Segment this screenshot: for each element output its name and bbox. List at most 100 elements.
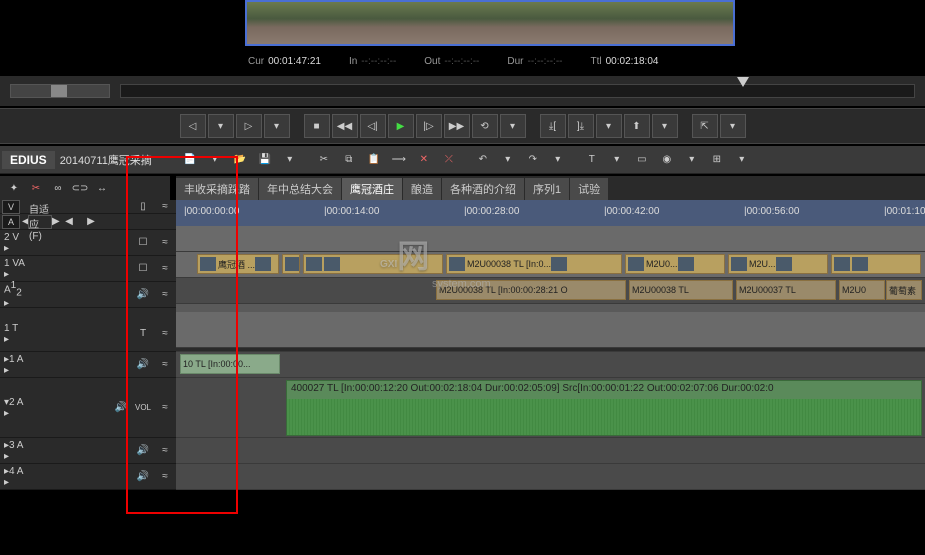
track-mute-icon[interactable]: 🔊 <box>132 445 154 456</box>
track-2v[interactable] <box>176 226 925 252</box>
jump-out-dropdown[interactable]: ▾ <box>596 114 622 138</box>
sequence-tab[interactable]: 各种酒的介绍 <box>442 178 524 200</box>
next-edit-icon[interactable]: ▶ <box>80 216 102 227</box>
track-wave-icon[interactable]: ≈ <box>154 471 176 482</box>
track-1a[interactable]: 10 TL [In:00:00... <box>176 352 925 378</box>
sequence-tab[interactable]: 鹰冠酒庄 <box>342 178 402 200</box>
loop-dropdown[interactable]: ▾ <box>500 114 526 138</box>
export-dropdown[interactable]: ▾ <box>720 114 746 138</box>
sequence-tab[interactable]: 丰收采摘踩踏 <box>176 178 258 200</box>
fit-button[interactable]: 自适应(F) <box>28 215 52 229</box>
audio-clip[interactable]: M2U00038 TL <box>629 280 733 300</box>
video-clip[interactable]: M2U... <box>728 254 828 274</box>
save-dropdown[interactable]: ▾ <box>279 150 301 170</box>
track-wave-icon[interactable]: ≈ <box>154 289 176 300</box>
track-header-1a[interactable]: ▸1 A▸🔊≈ <box>0 352 176 378</box>
track-wave-icon[interactable]: ≈ <box>154 263 176 274</box>
track-wave-icon[interactable]: ≈ <box>154 237 176 248</box>
layout-button[interactable]: ▭ <box>631 150 653 170</box>
set-out-button[interactable]: ▷ <box>236 114 262 138</box>
position-bar[interactable] <box>120 84 915 98</box>
title-clip[interactable]: 10 TL [In:00:00... <box>180 354 280 374</box>
trim-mode-button[interactable]: ✂ <box>26 179 46 197</box>
title-button[interactable]: T <box>581 150 603 170</box>
sync-icon[interactable]: ≈ <box>154 201 176 212</box>
track-header-1va[interactable]: 1 VA▸☐≈ <box>0 256 176 282</box>
track-header-1t[interactable]: 1 T▸T≈ <box>0 316 176 352</box>
video-clip[interactable]: 鹰冠酒 ... <box>197 254 279 274</box>
track-1va-audio[interactable]: M2U00038 TL [In:00:00:28:21 OM2U00038 TL… <box>176 278 925 304</box>
track-header-3a[interactable]: ▸3 A▸🔊≈ <box>0 438 176 464</box>
ripple-mode-button[interactable]: ↔ <box>92 179 112 197</box>
fast-forward-button[interactable]: ▶▶ <box>444 114 470 138</box>
track-header-2v[interactable]: 2 V▸☐≈ <box>0 230 176 256</box>
track-4a[interactable] <box>176 464 925 490</box>
track-mute-icon[interactable]: 🔊 <box>132 359 154 370</box>
render-dropdown[interactable]: ▾ <box>731 150 753 170</box>
track-wave-icon[interactable]: ≈ <box>154 359 176 370</box>
play-button[interactable]: ▶ <box>388 114 414 138</box>
ripple-delete-button[interactable]: ⤫ <box>438 150 460 170</box>
sequence-tab[interactable]: 序列1 <box>525 178 569 200</box>
copy-button[interactable]: ⧉ <box>338 150 360 170</box>
audio-clip[interactable]: M2U0 <box>839 280 885 300</box>
jump-in-button[interactable]: ⤓[ <box>540 114 566 138</box>
track-header-4a[interactable]: ▸4 A▸🔊≈ <box>0 464 176 490</box>
paste-button[interactable]: 📋 <box>363 150 385 170</box>
render-button[interactable]: ⊞ <box>706 150 728 170</box>
lock-icon[interactable]: ▯ <box>132 201 154 212</box>
link-button[interactable]: ∞ <box>48 179 68 197</box>
video-clip[interactable] <box>282 254 300 274</box>
track-header-2a[interactable]: ▾2 A▸🔊VOL≈ <box>0 378 176 438</box>
video-patch-toggle[interactable]: V <box>2 200 20 214</box>
track-wave-icon[interactable]: ≈ <box>154 402 176 413</box>
jump-out-button[interactable]: ]⤓ <box>568 114 594 138</box>
video-clip[interactable] <box>831 254 921 274</box>
marker-dropdown[interactable]: ▾ <box>652 114 678 138</box>
track-mute-icon[interactable]: 🔊 <box>110 402 132 413</box>
track-mute-icon[interactable]: ☐ <box>132 263 154 274</box>
time-ruler[interactable]: |00:00:00:00|00:00:14:00|00:00:28:00|00:… <box>176 200 925 226</box>
track-mute-icon[interactable]: ☐ <box>132 237 154 248</box>
audio-patch-toggle[interactable]: A <box>2 215 20 229</box>
redo-dropdown[interactable]: ▾ <box>547 150 569 170</box>
open-button[interactable]: 📂 <box>229 150 251 170</box>
new-seq-button[interactable]: ▾ <box>204 150 226 170</box>
delete-button[interactable]: ✕ <box>413 150 435 170</box>
audio-clip[interactable]: M2U00038 TL [In:00:00:28:21 O <box>436 280 626 300</box>
track-1t[interactable] <box>176 312 925 348</box>
capture-dropdown[interactable]: ▾ <box>681 150 703 170</box>
track-mute-icon[interactable]: T <box>132 328 154 339</box>
sequence-tab[interactable]: 酿造 <box>403 178 441 200</box>
track-mute-icon[interactable]: 🔊 <box>132 289 154 300</box>
track-wave-icon[interactable]: ≈ <box>154 328 176 339</box>
track-header-a12[interactable]: A12▸🔊≈ <box>0 282 176 308</box>
marker-button[interactable]: ⬆ <box>624 114 650 138</box>
prev-frame-button[interactable]: ◁| <box>360 114 386 138</box>
sequence-tab[interactable]: 年中总结大会 <box>259 178 341 200</box>
set-out-dropdown[interactable]: ▾ <box>264 114 290 138</box>
audio-clip[interactable]: 葡萄素 <box>886 280 922 300</box>
normal-mode-button[interactable]: ✦ <box>4 179 24 197</box>
ripple-button[interactable]: ⟶ <box>388 150 410 170</box>
track-wave-icon[interactable]: ≈ <box>154 445 176 456</box>
group-button[interactable]: ⊂⊃ <box>70 179 90 197</box>
audio-clip[interactable]: 400027 TL [In:00:00:12:20 Out:00:02:18:0… <box>286 380 922 436</box>
undo-dropdown[interactable]: ▾ <box>497 150 519 170</box>
title-dropdown[interactable]: ▾ <box>606 150 628 170</box>
track-3a[interactable] <box>176 438 925 464</box>
save-button[interactable]: 💾 <box>254 150 276 170</box>
audio-clip[interactable]: M2U00037 TL <box>736 280 836 300</box>
zoom-handle[interactable] <box>51 85 67 97</box>
set-in-dropdown[interactable]: ▾ <box>208 114 234 138</box>
undo-button[interactable]: ↶ <box>472 150 494 170</box>
loop-button[interactable]: ⟲ <box>472 114 498 138</box>
video-clip[interactable]: M2U0... <box>625 254 725 274</box>
rewind-button[interactable]: ◀◀ <box>332 114 358 138</box>
prev-edit-icon[interactable]: ◀ <box>58 216 80 227</box>
next-frame-button[interactable]: |▷ <box>416 114 442 138</box>
set-in-button[interactable]: ◁ <box>180 114 206 138</box>
track-2a[interactable]: 400027 TL [In:00:00:12:20 Out:00:02:18:0… <box>176 378 925 438</box>
stop-button[interactable]: ■ <box>304 114 330 138</box>
playhead-marker[interactable] <box>737 77 749 87</box>
